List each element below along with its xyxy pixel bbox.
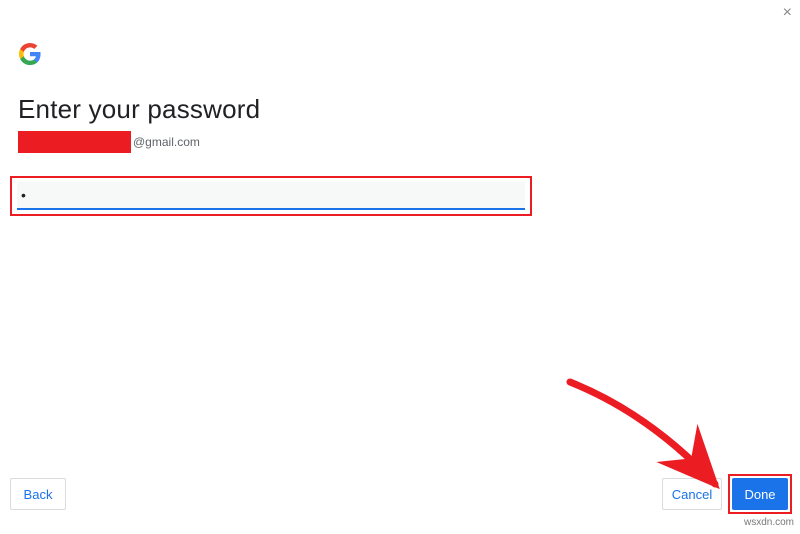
password-field-highlight: [10, 176, 532, 216]
account-email: @gmail.com: [18, 131, 200, 153]
google-logo-icon: [18, 42, 42, 66]
page-title: Enter your password: [18, 94, 260, 125]
close-icon[interactable]: ×: [783, 4, 792, 22]
password-input[interactable]: [17, 182, 525, 210]
redacted-username: [18, 131, 131, 153]
back-button[interactable]: Back: [10, 478, 66, 510]
cancel-button[interactable]: Cancel: [662, 478, 722, 510]
watermark: wsxdn.com: [744, 517, 794, 528]
action-bar: Back Cancel Done: [0, 474, 800, 510]
email-domain: @gmail.com: [133, 135, 200, 149]
done-button[interactable]: Done: [732, 478, 788, 510]
